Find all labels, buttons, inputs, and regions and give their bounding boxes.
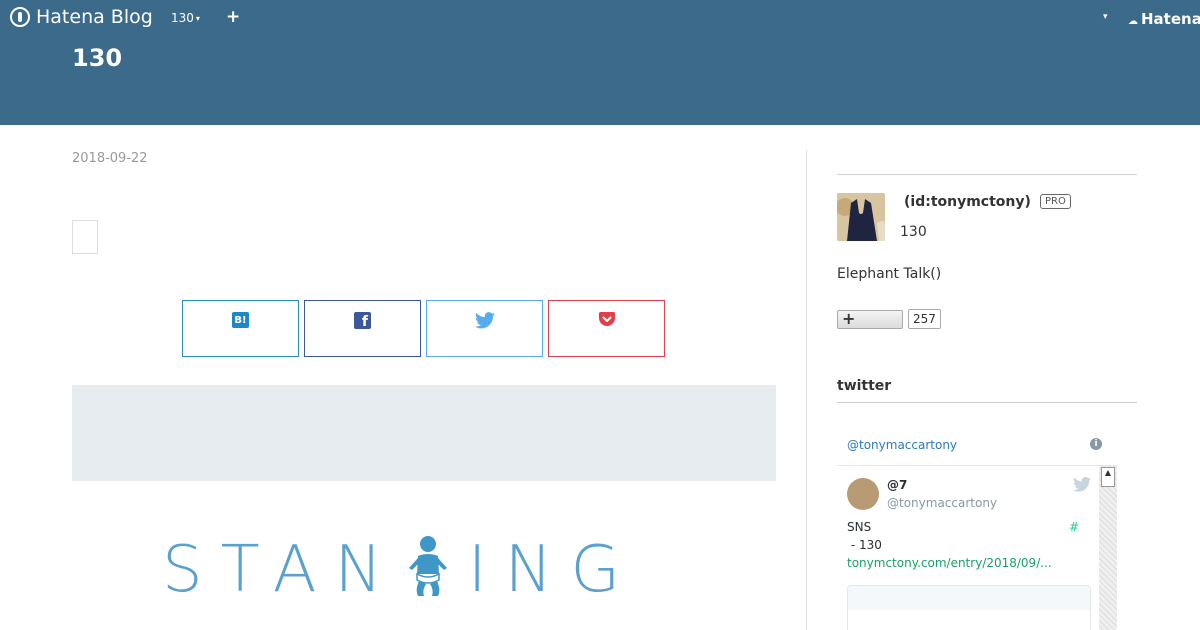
tweet-text-line-2: - 130 [847, 538, 882, 552]
twitter-timeline-widget: @tonymaccartony i @7 @tonymaccartony SNS… [837, 427, 1117, 630]
hatena-bookmark-icon: B! [232, 312, 249, 328]
blog-title[interactable]: 130 [72, 44, 122, 72]
hatena-brand-text: Hatena [1141, 10, 1200, 28]
hatena-logo-icon [10, 7, 30, 27]
baby-figure-icon [408, 534, 448, 598]
profile-description: Elephant Talk() [837, 266, 942, 282]
tweet-hashtag[interactable]: # [1069, 520, 1079, 534]
hatena-brand-link[interactable]: ☁ Hatena [1128, 10, 1200, 28]
scroll-up-arrow-icon[interactable]: ▲ [1101, 467, 1115, 487]
blog-switcher-label: 130 [171, 11, 194, 25]
twitter-bird-icon[interactable] [1073, 477, 1091, 492]
standing-banner-text: STANDING [162, 533, 639, 607]
blog-switcher-menu[interactable]: 130 ▾ [171, 11, 200, 25]
user-menu-caret-icon[interactable]: ▾ [1103, 12, 1108, 22]
tweet-link[interactable]: tonymctony.com/entry/2018/09/... [847, 556, 1052, 570]
tweet-text-line-1: SNS [847, 520, 872, 534]
new-entry-button[interactable]: + [226, 7, 240, 27]
info-icon[interactable]: i [1090, 438, 1102, 450]
facebook-icon: f [354, 312, 371, 329]
profile-avatar[interactable] [837, 193, 885, 241]
sidebar-top-divider [837, 174, 1137, 175]
twitter-user-link[interactable]: @tonymaccartony [847, 438, 957, 452]
tweet-avatar[interactable] [847, 478, 879, 510]
global-header-bar: Hatena Blog 130 ▾ + ▾ ☁ Hatena [0, 0, 1200, 38]
twitter-widget-divider [837, 465, 1117, 466]
twitter-bird-icon [474, 312, 495, 329]
hatena-small-icon: ☁ [1128, 16, 1138, 27]
facebook-share-button[interactable]: f [304, 300, 421, 357]
pocket-icon [598, 312, 615, 326]
entry-date[interactable]: 2018-09-22 [72, 151, 148, 166]
twitter-heading-divider [837, 402, 1137, 403]
twitter-share-button[interactable] [426, 300, 543, 357]
hatena-bookmark-share-button[interactable]: B! [182, 300, 299, 357]
logo-text: Hatena Blog [36, 6, 153, 28]
follow-button[interactable]: + [837, 310, 903, 329]
standing-banner: STANDING [162, 530, 692, 610]
profile-blog-name: 130 [900, 224, 927, 240]
ad-placeholder [72, 385, 776, 481]
follower-count[interactable]: 257 [908, 309, 941, 329]
tweet-card-body [848, 610, 1090, 630]
twitter-widget-scrollbar[interactable] [1099, 466, 1117, 630]
share-buttons: B! f [182, 300, 665, 357]
tweet-author-name[interactable]: @7 [887, 478, 907, 492]
tweet-author-handle[interactable]: @tonymaccartony [887, 496, 997, 510]
twitter-module-heading: twitter [837, 378, 892, 394]
pocket-share-button[interactable] [548, 300, 665, 357]
pro-badge: PRO [1040, 194, 1071, 209]
hatena-blog-logo[interactable]: Hatena Blog [10, 6, 153, 28]
tweet-link-card[interactable] [847, 585, 1091, 630]
profile-name[interactable]: (id:tonymctony) [904, 194, 1031, 210]
entry-thumbnail-box [72, 220, 98, 254]
avatar-image [837, 193, 885, 241]
caret-down-icon: ▾ [195, 14, 200, 23]
column-divider [806, 150, 807, 630]
blog-header: Hatena Blog 130 ▾ + ▾ ☁ Hatena 130 [0, 0, 1200, 125]
